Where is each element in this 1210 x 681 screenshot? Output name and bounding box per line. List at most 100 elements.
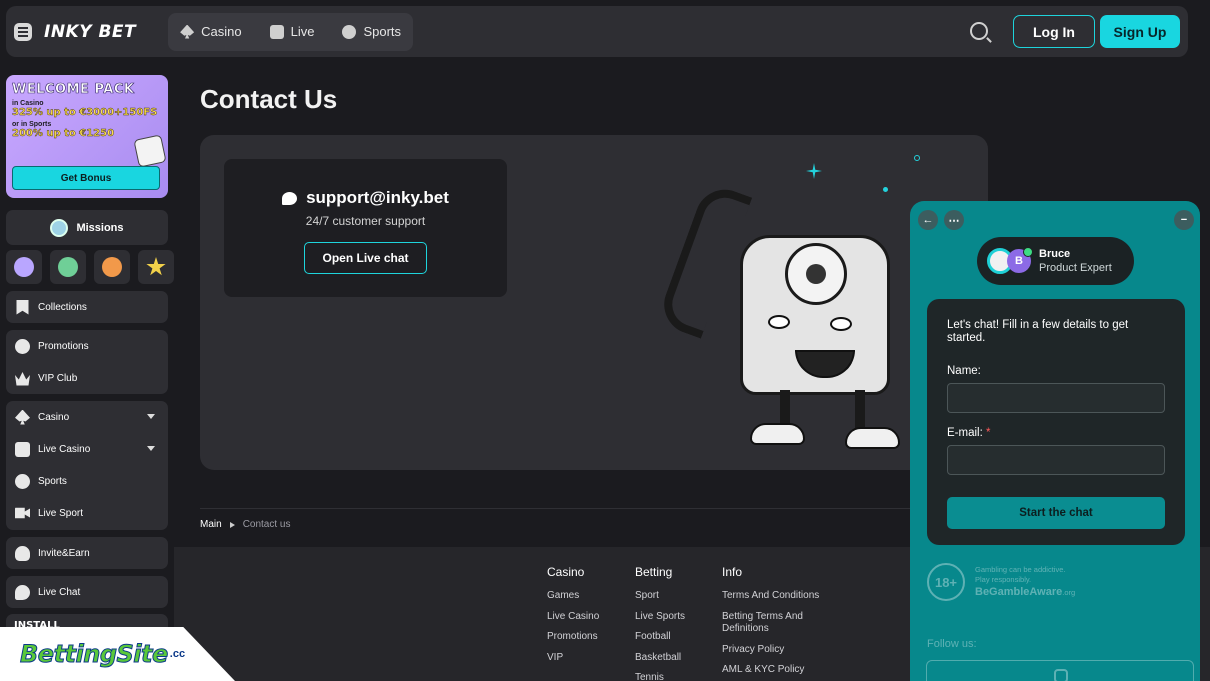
mascot-icon [102,257,122,277]
agent-card: B Bruce Product Expert [977,237,1134,285]
footer-link[interactable]: Sport [635,590,685,603]
top-header: INKY BET Casino Live Sports Log In Sign … [6,6,1188,57]
site-logo[interactable]: INKY BET [44,22,136,42]
banner-casino-label: in Casino [12,100,44,107]
mission-badge[interactable] [50,250,86,284]
footer-link[interactable]: Live Casino [547,611,599,624]
footer-link[interactable]: Games [547,590,599,603]
footer-link[interactable]: Privacy Policy [722,644,832,657]
ball-icon [342,24,357,39]
dice-illustration [133,134,167,168]
support-email[interactable]: support@inky.bet [224,188,507,208]
telephone-mascot-illustration [655,165,930,465]
sidebar-item-casino[interactable]: Casino [6,401,168,433]
footer-link[interactable]: Betting Terms And Definitions [722,611,832,636]
prechat-form: Let's chat! Fill in a few details to get… [927,299,1185,545]
footer-link[interactable]: AML & KYC Policy [722,664,832,677]
name-label: Name: [947,365,981,378]
responsible-gambling: 18+ Gambling can be addictive. Play resp… [927,563,1075,601]
search-icon[interactable] [970,22,988,40]
eye-shape [830,317,852,331]
spade-icon [180,24,195,39]
sidebar-item-label: Collections [38,301,87,313]
signup-button[interactable]: Sign Up [1100,15,1180,48]
gamble-aware-logo[interactable]: BeGambleAware [975,586,1062,598]
nav-casino-label: Casino [201,24,242,39]
instagram-button[interactable] [926,660,1194,681]
leg-shape [855,390,865,430]
required-mark: * [985,427,991,440]
sidebar-item-label: VIP Club [38,372,78,384]
agent-name: Bruce [1039,248,1071,260]
banner-sports-label: or in Sports [12,121,52,128]
footer-link[interactable]: Live Sports [635,611,685,624]
invite-box: Invite&Earn [6,537,168,569]
users-icon [15,545,30,561]
nav-sports[interactable]: Sports [342,24,401,39]
shoe-shape [750,423,805,445]
main-nav: Casino Live Sports [168,12,414,51]
email-label: E-mail: * [947,427,1165,439]
sidebar-item-label: Sports [38,475,67,487]
footer-link[interactable]: VIP [547,652,599,665]
chevron-down-icon[interactable] [147,414,155,419]
page-title: Contact Us [200,84,338,114]
crown-icon [15,372,30,386]
start-chat-button[interactable]: Start the chat [947,497,1165,530]
name-field[interactable] [947,383,1165,414]
sidebar-item-collections[interactable]: Collections [6,291,168,323]
back-arrow-icon[interactable]: ← [918,210,938,230]
support-email-text: support@inky.bet [306,188,449,207]
sidebar-item-sports[interactable]: Sports [6,465,168,497]
breadcrumb-main[interactable]: Main [200,519,222,530]
sparkle-icon [914,155,920,161]
watermark-text: BettingSite [20,640,169,669]
missions-label: Missions [76,221,124,234]
menu-icon[interactable] [14,22,32,41]
support-subtitle: 24/7 customer support [305,214,426,228]
banner-sports-offer: 200% up to €1250 [12,128,115,139]
login-button[interactable]: Log In [1013,15,1095,48]
mission-badge[interactable] [138,250,174,284]
chevron-right-icon [229,521,235,528]
mission-badges [6,250,174,284]
minimize-icon[interactable]: − [1174,210,1194,230]
sidebar-item-live-sport[interactable]: Live Sport [6,497,168,529]
footer-link[interactable]: Football [635,631,685,644]
chat-controls: ← ⋯ [918,210,964,230]
sidebar-item-live-chat[interactable]: Live Chat [6,576,168,608]
watermark-suffix: .cc [169,648,186,660]
divider [200,508,910,509]
nav-live[interactable]: Live [269,24,315,39]
missions-icon [50,218,69,237]
sidebar-item-live-casino[interactable]: Live Casino [6,433,168,465]
footer-link[interactable]: Tennis [635,672,685,681]
footer-link[interactable]: Promotions [547,631,599,644]
mission-badge[interactable] [94,250,130,284]
handset-shape [655,181,753,339]
open-live-chat-button[interactable]: Open Live chat [304,242,427,274]
chat-bubble-icon [15,584,30,600]
nav-casino[interactable]: Casino [180,24,242,39]
footer-link[interactable]: Basketball [635,652,685,665]
sidebar-item-invite[interactable]: Invite&Earn [6,537,168,569]
video-icon [15,507,30,519]
get-bonus-button[interactable]: Get Bonus [12,166,160,190]
nav-live-label: Live [290,24,315,39]
chevron-down-icon[interactable] [147,446,155,451]
email-field[interactable] [947,445,1165,476]
welcome-banner[interactable]: WELCOME PACK in Casino 325% up to €3000+… [6,75,168,198]
gamble-line2: Play responsibly. [975,574,1032,584]
footer-link[interactable]: Terms And Conditions [722,590,832,603]
instagram-icon [1054,669,1068,681]
sidebar-item-promotions[interactable]: Promotions [6,330,168,362]
footer-col-title: Casino [547,565,585,579]
more-options-icon[interactable]: ⋯ [944,210,964,230]
support-box: support@inky.bet 24/7 customer support O… [224,159,507,297]
sidebar-item-vip[interactable]: VIP Club [6,362,168,394]
live-chat-widget: ← ⋯ − B Bruce Product Expert Let's chat!… [910,201,1200,681]
footer-col-title: Betting [635,565,673,579]
mission-badge[interactable] [6,250,42,284]
footer-col-betting: Betting Sport Live Sports Football Baske… [635,565,685,681]
missions-box[interactable]: Missions [6,210,168,245]
